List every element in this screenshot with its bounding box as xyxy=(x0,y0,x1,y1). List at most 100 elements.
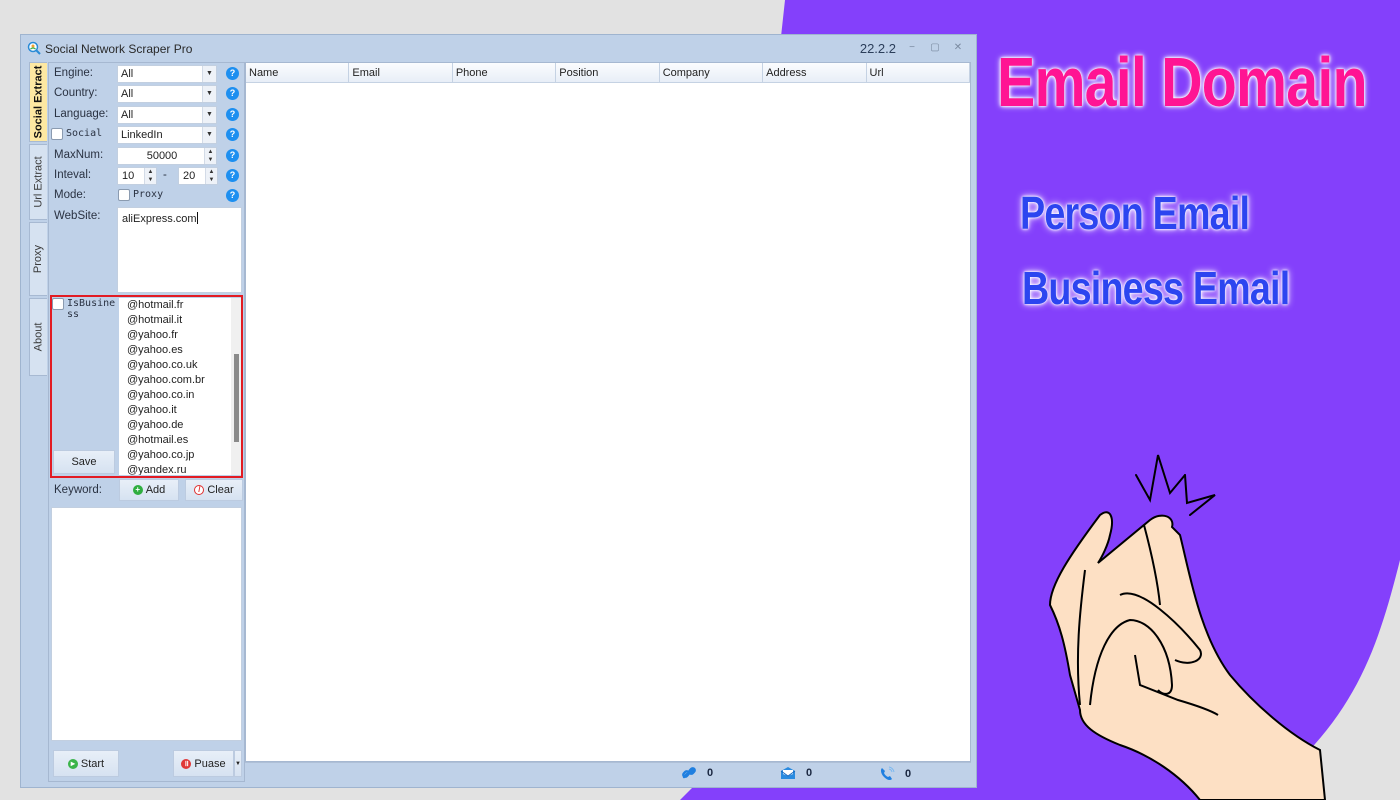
maximize-button[interactable]: ▢ xyxy=(929,42,941,54)
domain-list-item[interactable]: @yahoo.de xyxy=(123,418,241,433)
spinner-arrows-icon[interactable]: ▲ ▼ xyxy=(205,168,217,184)
engine-select[interactable]: All ▼ xyxy=(117,65,217,83)
social-select[interactable]: LinkedIn ▼ xyxy=(117,126,217,144)
tab-label: Url Extract xyxy=(32,156,45,208)
interval-to-input[interactable]: 20 ▲ ▼ xyxy=(178,167,218,185)
language-value: All xyxy=(121,109,134,121)
column-header-email[interactable]: Email xyxy=(349,63,453,82)
column-header-url[interactable]: Url xyxy=(867,63,970,82)
minimize-button[interactable]: − xyxy=(906,42,918,54)
language-select[interactable]: All ▼ xyxy=(117,106,217,124)
links-count: 0 xyxy=(681,766,713,780)
results-table[interactable]: Name Email Phone Position Company Address Url xyxy=(245,62,971,762)
text-caret xyxy=(196,212,198,224)
help-icon[interactable]: ? xyxy=(226,87,239,100)
tab-label: Proxy xyxy=(32,244,45,274)
mode-label: Mode: xyxy=(54,189,86,201)
column-header-company[interactable]: Company xyxy=(660,63,764,82)
tab-label: Social Extract xyxy=(32,65,45,139)
interval-label: Inteval: xyxy=(54,169,92,181)
domain-list[interactable]: @hotmail.fr @hotmail.it @yahoo.fr @yahoo.es… xyxy=(119,298,241,475)
links-count-value: 0 xyxy=(707,767,714,779)
add-label: Add xyxy=(145,484,166,496)
country-value: All xyxy=(121,88,134,100)
app-logo-icon xyxy=(27,41,41,55)
tab-label: About xyxy=(32,322,45,352)
pause-button[interactable]: ॥ Puase xyxy=(173,750,234,777)
maxnum-label: MaxNum: xyxy=(54,149,104,161)
help-icon[interactable]: ? xyxy=(226,169,239,182)
save-label: Save xyxy=(71,456,97,468)
interval-from-input[interactable]: 10 ▲ ▼ xyxy=(117,167,157,185)
help-icon[interactable]: ? xyxy=(226,149,239,162)
table-header: Name Email Phone Position Company Address Url xyxy=(246,63,970,83)
tab-social-extract[interactable]: Social Extract xyxy=(29,62,47,142)
pause-dropdown-button[interactable]: ▼ xyxy=(234,750,242,777)
domain-list-item[interactable]: @yandex.ru xyxy=(123,463,241,475)
engine-label: Engine: xyxy=(54,67,94,79)
envelope-icon xyxy=(780,767,796,779)
chevron-down-icon: ▼ xyxy=(202,127,216,143)
country-select[interactable]: All ▼ xyxy=(117,85,217,103)
tab-url-extract[interactable]: Url Extract xyxy=(29,144,47,220)
domain-list-scrollbar[interactable] xyxy=(231,298,241,475)
add-keyword-button[interactable]: + Add xyxy=(119,479,179,501)
domain-list-item[interactable]: @yahoo.es xyxy=(123,343,241,358)
maxnum-value: 50000 xyxy=(146,150,178,162)
settings-panel: Engine: All ▼ ? Country: All ▼ ? Language:… xyxy=(48,62,245,782)
spinner-arrows-icon[interactable]: ▲ ▼ xyxy=(204,148,216,164)
column-header-name[interactable]: Name xyxy=(246,63,350,82)
social-label: Social xyxy=(66,128,103,139)
play-icon: ▸ xyxy=(67,758,78,769)
column-header-address[interactable]: Address xyxy=(763,63,867,82)
proxy-label: Proxy xyxy=(133,189,164,200)
clear-label: Clear xyxy=(207,484,234,496)
spinner-arrows-icon[interactable]: ▲ ▼ xyxy=(144,168,156,184)
social-value: LinkedIn xyxy=(121,129,163,141)
clear-keyword-button[interactable]: / Clear xyxy=(185,479,243,501)
domain-list-item[interactable]: @hotmail.fr xyxy=(123,298,241,313)
start-button[interactable]: ▸ Start xyxy=(53,750,119,777)
scrollbar-thumb[interactable] xyxy=(234,354,239,442)
version-label: 22.2.2 xyxy=(859,41,896,56)
domain-list-item[interactable]: @hotmail.es xyxy=(123,433,241,448)
title-bar: Social Network Scraper Pro 22.2.2 − ▢ ✕ xyxy=(21,35,976,61)
snap-spark-line xyxy=(1184,474,1216,516)
app-window: Social Network Scraper Pro 22.2.2 − ▢ ✕ … xyxy=(20,34,977,788)
is-business-checkbox[interactable] xyxy=(52,298,64,310)
help-icon[interactable]: ? xyxy=(226,108,239,121)
domain-list-item[interactable]: @yahoo.fr xyxy=(123,328,241,343)
tab-proxy[interactable]: Proxy xyxy=(29,222,47,296)
close-button[interactable]: ✕ xyxy=(952,42,964,54)
hand-shape xyxy=(1048,511,1327,800)
promo-title: Email Domain xyxy=(997,43,1368,121)
help-icon[interactable]: ? xyxy=(226,189,239,202)
social-checkbox[interactable] xyxy=(51,128,63,140)
domain-list-item[interactable]: @hotmail.it xyxy=(123,313,241,328)
promo-business-email: Business Email xyxy=(1022,262,1290,314)
country-label: Country: xyxy=(54,87,98,99)
website-textarea[interactable]: aliExpress.com xyxy=(117,207,242,293)
promo-person-email: Person Email xyxy=(1020,187,1250,239)
domain-list-item[interactable]: @yahoo.it xyxy=(123,403,241,418)
help-icon[interactable]: ? xyxy=(226,67,239,80)
tab-about[interactable]: About xyxy=(29,298,47,376)
keyword-textarea[interactable] xyxy=(51,507,242,741)
column-header-position[interactable]: Position xyxy=(556,63,660,82)
domain-list-item[interactable]: @yahoo.co.uk xyxy=(123,358,241,373)
domain-list-item[interactable]: @yahoo.co.in xyxy=(123,388,241,403)
save-button[interactable]: Save xyxy=(53,450,115,474)
column-header-phone[interactable]: Phone xyxy=(453,63,557,82)
domain-list-item[interactable]: @yahoo.co.jp xyxy=(123,448,241,463)
website-value: aliExpress.com xyxy=(122,213,197,225)
proxy-checkbox[interactable] xyxy=(118,189,130,201)
domain-list-item[interactable]: @yahoo.com.br xyxy=(123,373,241,388)
interval-separator: - xyxy=(163,169,167,181)
link-icon xyxy=(682,767,696,779)
help-icon[interactable]: ? xyxy=(226,128,239,141)
chevron-down-icon: ▼ xyxy=(202,86,216,102)
engine-value: All xyxy=(121,68,134,80)
no-entry-icon: / xyxy=(194,485,205,495)
maxnum-input[interactable]: 50000 ▲ ▼ xyxy=(117,147,217,165)
keyword-label: Keyword: xyxy=(54,484,102,496)
